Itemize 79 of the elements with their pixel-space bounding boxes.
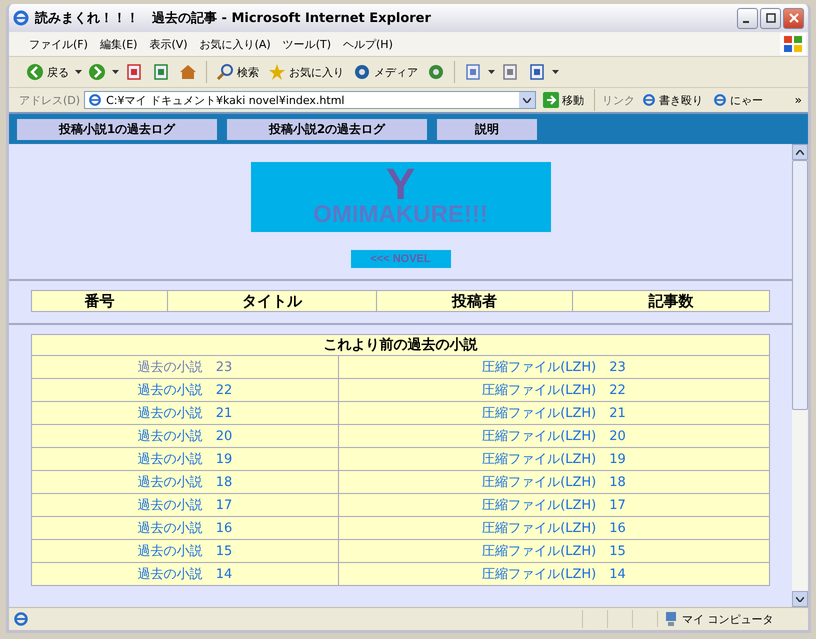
page-icon [642,93,656,107]
link-button[interactable]: 書き殴り [639,90,706,110]
back-button[interactable]: 戻る [23,61,72,83]
menu-item[interactable]: 表示(V) [143,36,194,52]
menu-item[interactable]: 編集(E) [94,36,144,52]
page-icon [13,611,29,627]
windows-flag-icon [780,33,806,55]
column-header: 番号 [32,291,167,311]
archive-heading: これより前の過去の小説 [32,335,769,355]
go-button[interactable]: 移動 [540,90,588,110]
star-icon [268,63,286,81]
novel-link[interactable]: <<< NOVEL [350,250,450,268]
nav-tab[interactable]: 説明 [437,118,537,140]
novel-link[interactable]: 過去の小説 19 [138,452,232,467]
nav-tab[interactable]: 投稿小説2の過去ログ [227,118,427,140]
dropdown-caret-icon [523,98,532,102]
download-link[interactable]: 圧縮ファイル(LZH) 22 [482,383,626,398]
address-label: アドレス(D) [19,92,80,108]
novel-link[interactable]: 過去の小説 15 [138,544,232,559]
search-icon [216,63,234,81]
novel-link[interactable]: 過去の小説 20 [138,429,232,444]
go-arrow-icon [543,92,560,108]
address-field[interactable]: C:¥マイ ドキュメント¥kaki novel¥index.html [84,91,536,109]
logo-letter: Y [386,167,416,203]
window-title: 読みまくれ！！！ 過去の記事 - Microsoft Internet Explorer [35,10,432,27]
menu-item[interactable]: ツール(T) [276,36,337,52]
novel-link[interactable]: 過去の小説 18 [138,475,232,490]
menu-item[interactable]: ヘルプ(H) [337,36,399,52]
search-button[interactable]: 検索 [213,61,262,83]
minimize-icon [743,21,749,23]
media-button[interactable]: メディア [350,61,421,83]
novel-link[interactable]: 過去の小説 14 [138,567,232,582]
browser-e-icon [13,10,29,26]
minimize-button[interactable] [737,8,758,28]
close-button[interactable] [783,8,804,28]
zone-label: マイ コンピュータ [682,612,774,626]
menu-item[interactable]: ファイル(F) [23,36,94,52]
download-link[interactable]: 圧縮ファイル(LZH) 15 [482,544,626,559]
download-link[interactable]: 圧縮ファイル(LZH) 14 [482,567,626,582]
download-link[interactable]: 圧縮ファイル(LZH) 16 [482,521,626,536]
column-header: 記事数 [573,291,769,311]
download-link[interactable]: 圧縮ファイル(LZH) 21 [482,406,626,421]
novel-link[interactable]: 過去の小説 21 [138,406,232,421]
dropdown-caret-icon [488,70,495,74]
up-caret-icon [796,150,804,154]
novel-link[interactable]: 過去の小説 17 [138,498,232,513]
down-caret-icon [796,596,804,602]
download-link[interactable]: 圧縮ファイル(LZH) 18 [482,475,626,490]
dropdown-caret-icon [552,70,559,74]
vertical-scrollbar[interactable] [792,144,808,607]
scroll-down-button[interactable] [792,591,808,607]
menu-item[interactable]: お気に入り(A) [194,36,277,52]
novel-link[interactable]: 過去の小説 22 [138,383,232,398]
novel-link[interactable]: 過去の小説 23 [138,360,232,375]
page-icon [88,93,102,107]
maximize-icon [766,13,776,23]
download-link[interactable]: 圧縮ファイル(LZH) 17 [482,498,626,513]
dropdown-caret-icon [75,70,82,74]
favorites-button[interactable]: お気に入り [265,61,347,83]
home-icon [179,63,197,81]
dropdown-caret-icon [112,70,119,74]
nav-tab[interactable]: 投稿小説1の過去ログ [17,118,217,140]
download-link[interactable]: 圧縮ファイル(LZH) 20 [482,429,626,444]
scroll-up-button[interactable] [792,144,808,160]
computer-icon [664,611,678,627]
dropdown-button[interactable] [519,92,536,108]
download-link[interactable]: 圧縮ファイル(LZH) 19 [482,452,626,467]
novel-link[interactable]: 過去の小説 16 [138,521,232,536]
close-icon [788,13,798,23]
maximize-button[interactable] [760,8,781,28]
more-links-button[interactable]: » [794,93,808,107]
column-header: タイトル [168,291,376,311]
scroll-thumb[interactable] [792,160,808,410]
column-header: 投稿者 [377,291,572,311]
logo-text: OMIMAKURE!!! [313,202,488,227]
links-label: リンク [602,92,636,108]
page-icon [713,93,728,107]
link-button[interactable]: にゃー [710,90,766,110]
download-link[interactable]: 圧縮ファイル(LZH) 23 [482,360,626,375]
